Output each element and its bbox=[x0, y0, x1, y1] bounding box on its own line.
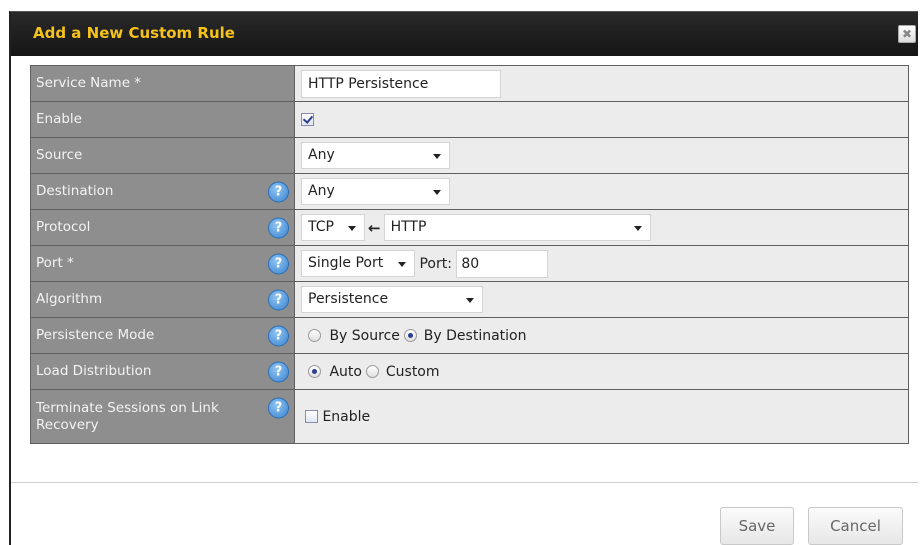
destination-label: Destination? bbox=[30, 173, 295, 210]
custom-label: Custom bbox=[385, 363, 440, 380]
row-enable: Enable bbox=[30, 101, 909, 138]
enable-label: Enable bbox=[30, 101, 295, 138]
source-select[interactable]: Any bbox=[301, 142, 450, 169]
by-destination-label: By Destination bbox=[423, 327, 527, 344]
help-icon[interactable]: ? bbox=[268, 397, 289, 419]
chevron-down-icon bbox=[433, 190, 441, 195]
port-label-text: Port * bbox=[36, 255, 74, 271]
help-icon[interactable]: ? bbox=[268, 217, 289, 238]
protocol-select-value: TCP bbox=[308, 219, 334, 235]
help-icon[interactable]: ? bbox=[268, 325, 289, 346]
protocol-label-text: Protocol bbox=[36, 219, 91, 235]
load-distribution-label: Load Distribution? bbox=[30, 353, 295, 390]
by-source-radio[interactable] bbox=[308, 329, 321, 342]
chevron-down-icon bbox=[466, 298, 474, 303]
help-icon[interactable]: ? bbox=[268, 361, 289, 382]
persistence-mode-label-text: Persistence Mode bbox=[36, 327, 155, 343]
rule-form-table: Service Name * HTTP Persistence Enable S… bbox=[30, 65, 909, 444]
by-destination-radio[interactable] bbox=[404, 329, 418, 342]
protocol-select[interactable]: TCP bbox=[301, 214, 365, 241]
algorithm-select[interactable]: Persistence bbox=[301, 286, 483, 313]
chevron-down-icon bbox=[433, 154, 441, 159]
chevron-down-icon bbox=[348, 226, 356, 231]
service-name-input[interactable]: HTTP Persistence bbox=[301, 69, 501, 98]
persistence-mode-label: Persistence Mode? bbox=[30, 317, 295, 354]
enable-label-text: Enable bbox=[36, 111, 82, 127]
chevron-down-icon bbox=[633, 226, 642, 231]
footer-divider bbox=[11, 482, 918, 483]
port-type-select-value: Single Port bbox=[308, 255, 384, 271]
port-field-label: Port: bbox=[419, 255, 452, 272]
row-load-distribution: Load Distribution? Auto Custom bbox=[30, 353, 909, 390]
terminate-sessions-label-text: Terminate Sessions on Link Recovery bbox=[36, 399, 219, 433]
terminate-sessions-checkbox[interactable] bbox=[305, 410, 318, 423]
enable-checkbox[interactable] bbox=[301, 113, 314, 126]
chevron-down-icon bbox=[398, 262, 406, 267]
row-terminate-sessions: Terminate Sessions on Link Recovery? Ena… bbox=[30, 389, 909, 444]
load-distribution-label-text: Load Distribution bbox=[36, 363, 152, 379]
service-name-label: Service Name * bbox=[30, 65, 295, 102]
row-protocol: Protocol? TCP ← HTTP bbox=[30, 209, 909, 246]
help-icon[interactable]: ? bbox=[268, 181, 289, 202]
close-icon[interactable]: ✖ bbox=[898, 25, 916, 43]
row-destination: Destination? Any bbox=[30, 173, 909, 210]
destination-select-value: Any bbox=[308, 183, 335, 199]
protocol-label: Protocol? bbox=[30, 209, 295, 246]
help-icon[interactable]: ? bbox=[268, 253, 289, 274]
protocol-service-select[interactable]: HTTP bbox=[383, 214, 651, 241]
algorithm-label-text: Algorithm bbox=[36, 291, 103, 307]
save-button[interactable]: Save bbox=[720, 507, 794, 545]
source-label-text: Source bbox=[36, 147, 83, 163]
row-service-name: Service Name * HTTP Persistence bbox=[30, 65, 909, 102]
terminate-sessions-label: Terminate Sessions on Link Recovery? bbox=[30, 389, 295, 444]
service-name-label-text: Service Name * bbox=[36, 75, 142, 91]
arrow-left-icon: ← bbox=[368, 218, 381, 237]
help-icon[interactable]: ? bbox=[268, 289, 289, 310]
algorithm-label: Algorithm? bbox=[30, 281, 295, 318]
port-input[interactable]: 80 bbox=[456, 249, 549, 278]
row-persistence-mode: Persistence Mode? By Source By Destinati… bbox=[30, 317, 909, 354]
terminate-sessions-enable-label: Enable bbox=[322, 408, 371, 425]
custom-rule-dialog: Add a New Custom Rule ✖ Service Name * H… bbox=[9, 11, 918, 545]
by-source-label: By Source bbox=[329, 327, 400, 344]
dialog-titlebar: Add a New Custom Rule ✖ bbox=[11, 12, 918, 56]
row-port: Port *? Single Port Port: 80 bbox=[30, 245, 909, 282]
auto-radio[interactable] bbox=[308, 365, 321, 378]
row-algorithm: Algorithm? Persistence bbox=[30, 281, 909, 318]
source-select-value: Any bbox=[308, 147, 335, 163]
cancel-button[interactable]: Cancel bbox=[808, 507, 903, 545]
port-type-select[interactable]: Single Port bbox=[301, 250, 415, 277]
custom-radio[interactable] bbox=[366, 365, 380, 378]
dialog-title: Add a New Custom Rule bbox=[33, 24, 235, 42]
source-label: Source bbox=[30, 137, 295, 174]
port-label: Port *? bbox=[30, 245, 295, 282]
algorithm-select-value: Persistence bbox=[308, 291, 389, 307]
destination-label-text: Destination bbox=[36, 183, 114, 199]
protocol-service-select-value: HTTP bbox=[390, 219, 427, 235]
destination-select[interactable]: Any bbox=[301, 178, 450, 205]
row-source: Source Any bbox=[30, 137, 909, 174]
auto-label: Auto bbox=[329, 363, 362, 380]
